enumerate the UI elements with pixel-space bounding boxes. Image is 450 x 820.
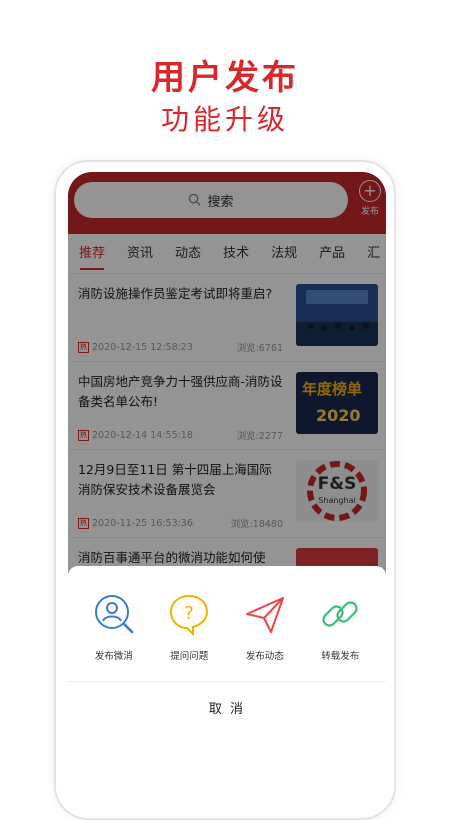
app-screen: 搜索 + 发布 推荐 资讯 动态 技术 法规 产品 汇 消防设施操作员鉴定考试即… bbox=[68, 172, 386, 818]
link-icon bbox=[308, 592, 372, 636]
ask-question-button[interactable]: ? 提问问题 bbox=[157, 592, 221, 662]
paper-plane-icon bbox=[233, 592, 297, 636]
svg-text:?: ? bbox=[184, 603, 194, 624]
question-bubble-icon: ? bbox=[157, 592, 221, 636]
promo-subtitle: 功能升级 bbox=[160, 103, 289, 136]
action-label: 发布动态 bbox=[245, 651, 284, 662]
publish-weixiao-button[interactable]: 发布微消 bbox=[82, 592, 146, 662]
user-search-icon bbox=[82, 592, 146, 636]
promo-title: 用户发布 bbox=[151, 58, 299, 98]
publish-action-sheet: 发布微消 ? 提问问题 发布动态 转载发布 取 消 bbox=[68, 566, 386, 818]
action-row: 发布微消 ? 提问问题 发布动态 转载发布 bbox=[68, 592, 386, 662]
post-dynamic-button[interactable]: 发布动态 bbox=[233, 592, 297, 662]
action-label: 转载发布 bbox=[321, 651, 360, 662]
repost-button[interactable]: 转载发布 bbox=[308, 592, 372, 662]
phone-frame: 搜索 + 发布 推荐 资讯 动态 技术 法规 产品 汇 消防设施操作员鉴定考试即… bbox=[54, 160, 396, 820]
action-label: 提问问题 bbox=[170, 651, 209, 662]
action-label: 发布微消 bbox=[94, 651, 133, 662]
cancel-button[interactable]: 取 消 bbox=[68, 682, 386, 738]
